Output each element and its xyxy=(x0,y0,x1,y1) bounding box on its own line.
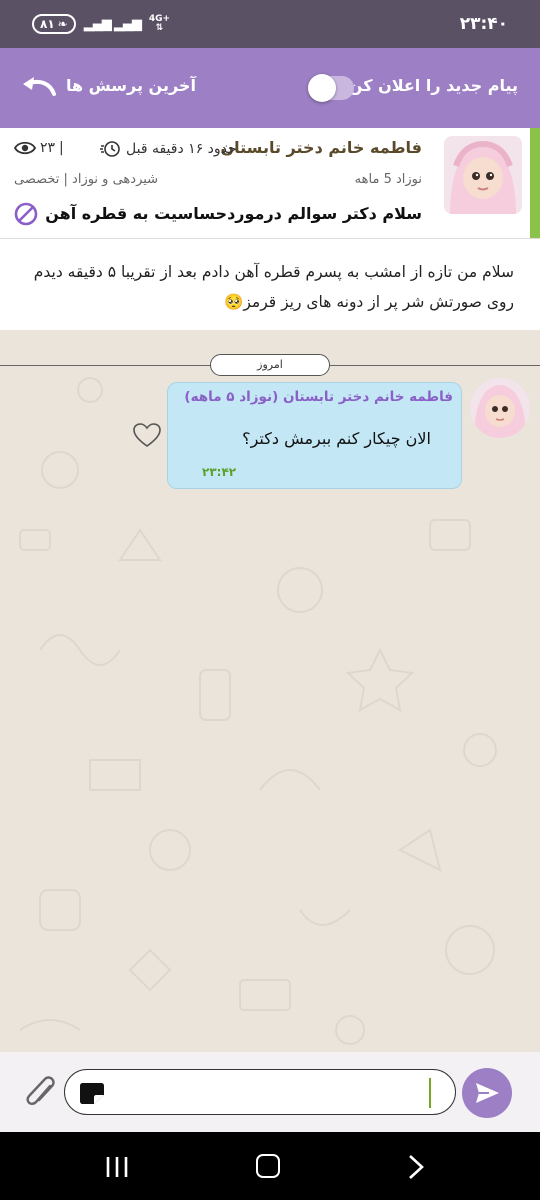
message-author[interactable]: فاطمه خانم دختر تابستان (نوزاد ۵ ماهه) xyxy=(184,389,453,405)
system-navigation-bar xyxy=(0,1132,540,1200)
question-title: سلام دکتر سوالم درموردحساسیت به قطره آهن xyxy=(45,204,422,223)
message-text: الان چیکار کنم ببرمش دکتر؟ xyxy=(242,429,431,448)
home-icon[interactable] xyxy=(256,1154,280,1178)
text-caret xyxy=(429,1078,431,1108)
send-button[interactable] xyxy=(462,1068,512,1118)
question-category[interactable]: شیردهی و نوزاد | تخصصی xyxy=(14,172,158,187)
question-view-count: ۲۳ xyxy=(40,140,56,156)
message-time: ۲۳:۴۲ xyxy=(202,465,237,479)
leaf-icon: ❧ xyxy=(57,17,68,31)
clock-icon xyxy=(100,141,120,157)
question-time-ago: حدود ۱۶ دقیقه قبل xyxy=(126,141,237,157)
date-chip: امروز xyxy=(210,354,330,376)
network-type-label: 4G+ xyxy=(148,14,171,24)
status-time: ۲۳:۴۰ xyxy=(459,14,508,34)
message-bubble[interactable]: فاطمه خانم دختر تابستان (نوزاد ۵ ماهه) ا… xyxy=(167,382,462,489)
recent-questions-label[interactable]: آخرین پرسش ها xyxy=(66,76,196,95)
child-age: نوزاد 5 ماهه xyxy=(354,172,422,187)
question-author-name[interactable]: فاطمه خانم دختر تابستان xyxy=(220,138,422,157)
chat-area[interactable]: امروز فاطمه خانم دختر تابستان (نوزاد ۵ م… xyxy=(0,330,540,1052)
back-arrow-icon[interactable] xyxy=(20,74,58,100)
toggle-knob xyxy=(308,74,336,102)
heart-icon[interactable] xyxy=(132,422,162,448)
network-type: 4G+ ⇅ xyxy=(148,14,171,33)
question-card[interactable]: فاطمه خانم دختر تابستان حدود ۱۶ دقیقه قب… xyxy=(0,128,540,238)
message-input[interactable] xyxy=(64,1069,456,1115)
question-time: حدود ۱۶ دقیقه قبل xyxy=(100,140,237,158)
top-toolbar: پیام جدید را اعلان کن آخرین پرسش ها xyxy=(0,48,540,128)
signal-strength-icon: ▂▄▆ ▂▄▆ xyxy=(83,16,142,32)
notify-new-message-label: پیام جدید را اعلان کن xyxy=(348,76,518,95)
sticker-icon[interactable] xyxy=(79,1081,105,1105)
status-icons: ۸۱ ❧ ▂▄▆ ▂▄▆ 4G+ ⇅ xyxy=(32,14,170,34)
eye-icon xyxy=(14,141,36,155)
battery-indicator: ۸۱ ❧ xyxy=(32,14,76,34)
message-author-avatar[interactable] xyxy=(470,378,530,438)
recent-apps-icon[interactable] xyxy=(104,1156,130,1178)
status-bar: ۸۱ ❧ ▂▄▆ ▂▄▆ 4G+ ⇅ ۲۳:۴۰ xyxy=(0,0,540,48)
question-views: ۲۳ | xyxy=(14,140,64,156)
message-composer xyxy=(0,1052,540,1132)
block-icon[interactable] xyxy=(14,202,38,226)
question-author-avatar[interactable] xyxy=(444,136,522,214)
separator: | xyxy=(59,140,64,156)
send-icon xyxy=(476,1083,499,1103)
back-icon[interactable] xyxy=(406,1154,426,1180)
battery-level: ۸۱ xyxy=(40,17,55,31)
question-description: سلام من تازه از امشب به پسرم قطره آهن دا… xyxy=(0,238,540,330)
attachment-icon[interactable] xyxy=(24,1072,58,1112)
notify-toggle[interactable] xyxy=(308,74,354,102)
